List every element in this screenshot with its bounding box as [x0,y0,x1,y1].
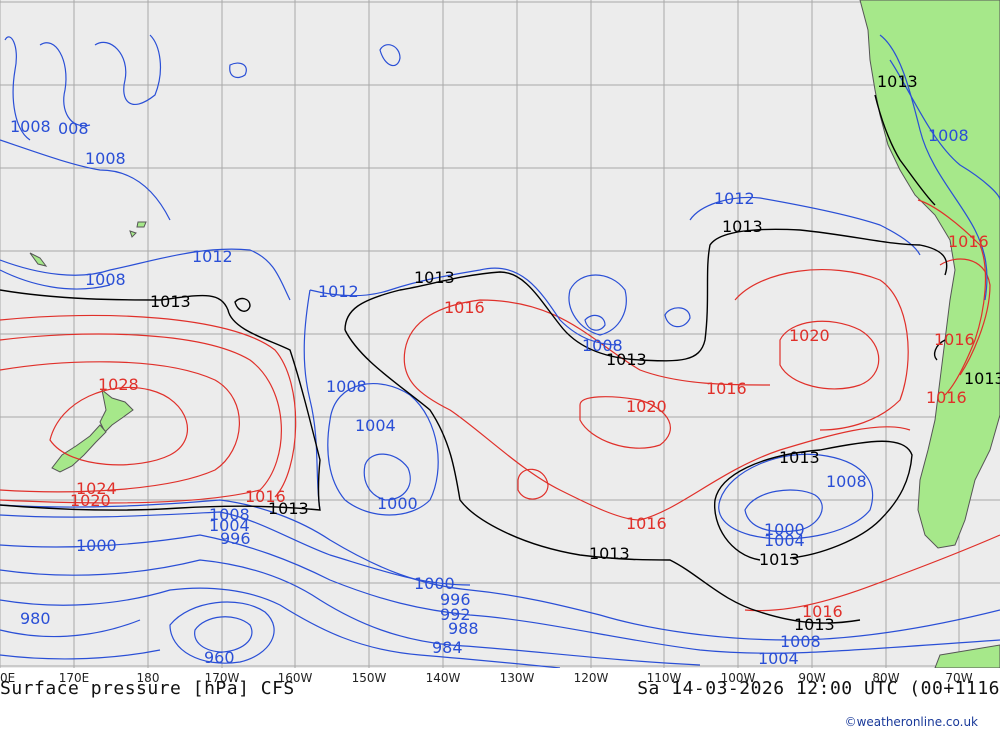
isobar-label: 1013 [964,369,1000,388]
map-title: Surface pressure [hPa] CFS [0,678,295,699]
isobar-label: 1016 [444,298,485,317]
isobar-label: 1016 [934,330,975,349]
pressure-map: 1008 008 1008 1008 1012 1013 1012 1013 1… [0,0,1000,669]
isobar-label: 1020 [789,326,830,345]
isobar-label: 1016 [926,388,967,407]
lon-tick: 140W [426,671,461,685]
isobar-label: 1012 [318,282,359,301]
isobar-label: 1028 [98,375,139,394]
isobar-label: 1013 [606,350,647,369]
isobar-label: 1016 [626,514,667,533]
isobar-label: 1012 [192,247,233,266]
isobar-label: 1008 [85,270,126,289]
isobar-label: 984 [432,638,463,657]
isobar-label: 1008 [10,117,51,136]
isobar-label: 1004 [355,416,396,435]
isobar-label: 1008 [928,126,969,145]
isobar-label: 1008 [85,149,126,168]
isobar-label: 1020 [626,397,667,416]
map-canvas: 1008 008 1008 1008 1012 1013 1012 1013 1… [0,0,1000,669]
isobar-label: 1020 [70,491,111,510]
isobar-label: 1000 [76,536,117,555]
credit-link[interactable]: ©weatheronline.co.uk [845,715,978,729]
map-valid-time: Sa 14-03-2026 12:00 UTC (00+1116 [637,678,1000,699]
lon-tick: 130W [500,671,535,685]
isobar-label: 1013 [722,217,763,236]
isobar-label: 1016 [706,379,747,398]
isobar-label: 996 [220,529,251,548]
isobar-label: 988 [448,619,479,638]
island-small-1 [136,221,147,228]
isobar-label: 1004 [764,531,805,550]
isobar-label: 1013 [414,268,455,287]
isobar-label: 1013 [877,72,918,91]
isobar-label: 980 [20,609,51,628]
isobar-label: 1000 [377,494,418,513]
isobar-label: 1013 [759,550,800,569]
lon-tick: 120W [574,671,609,685]
isobar-label: 008 [58,119,89,138]
isobar-label: 960 [204,648,235,667]
isobar-label: 1004 [758,649,799,668]
isobar-label: 1013 [589,544,630,563]
lon-tick: 150W [352,671,387,685]
isobar-label: 1013 [268,499,309,518]
isobar-label: 1016 [948,232,989,251]
isobar-label: 1012 [714,189,755,208]
isobar-label: 1008 [326,377,367,396]
isobar-label: 1013 [150,292,191,311]
isobar-label: 1008 [826,472,867,491]
isobar-label: 1013 [779,448,820,467]
